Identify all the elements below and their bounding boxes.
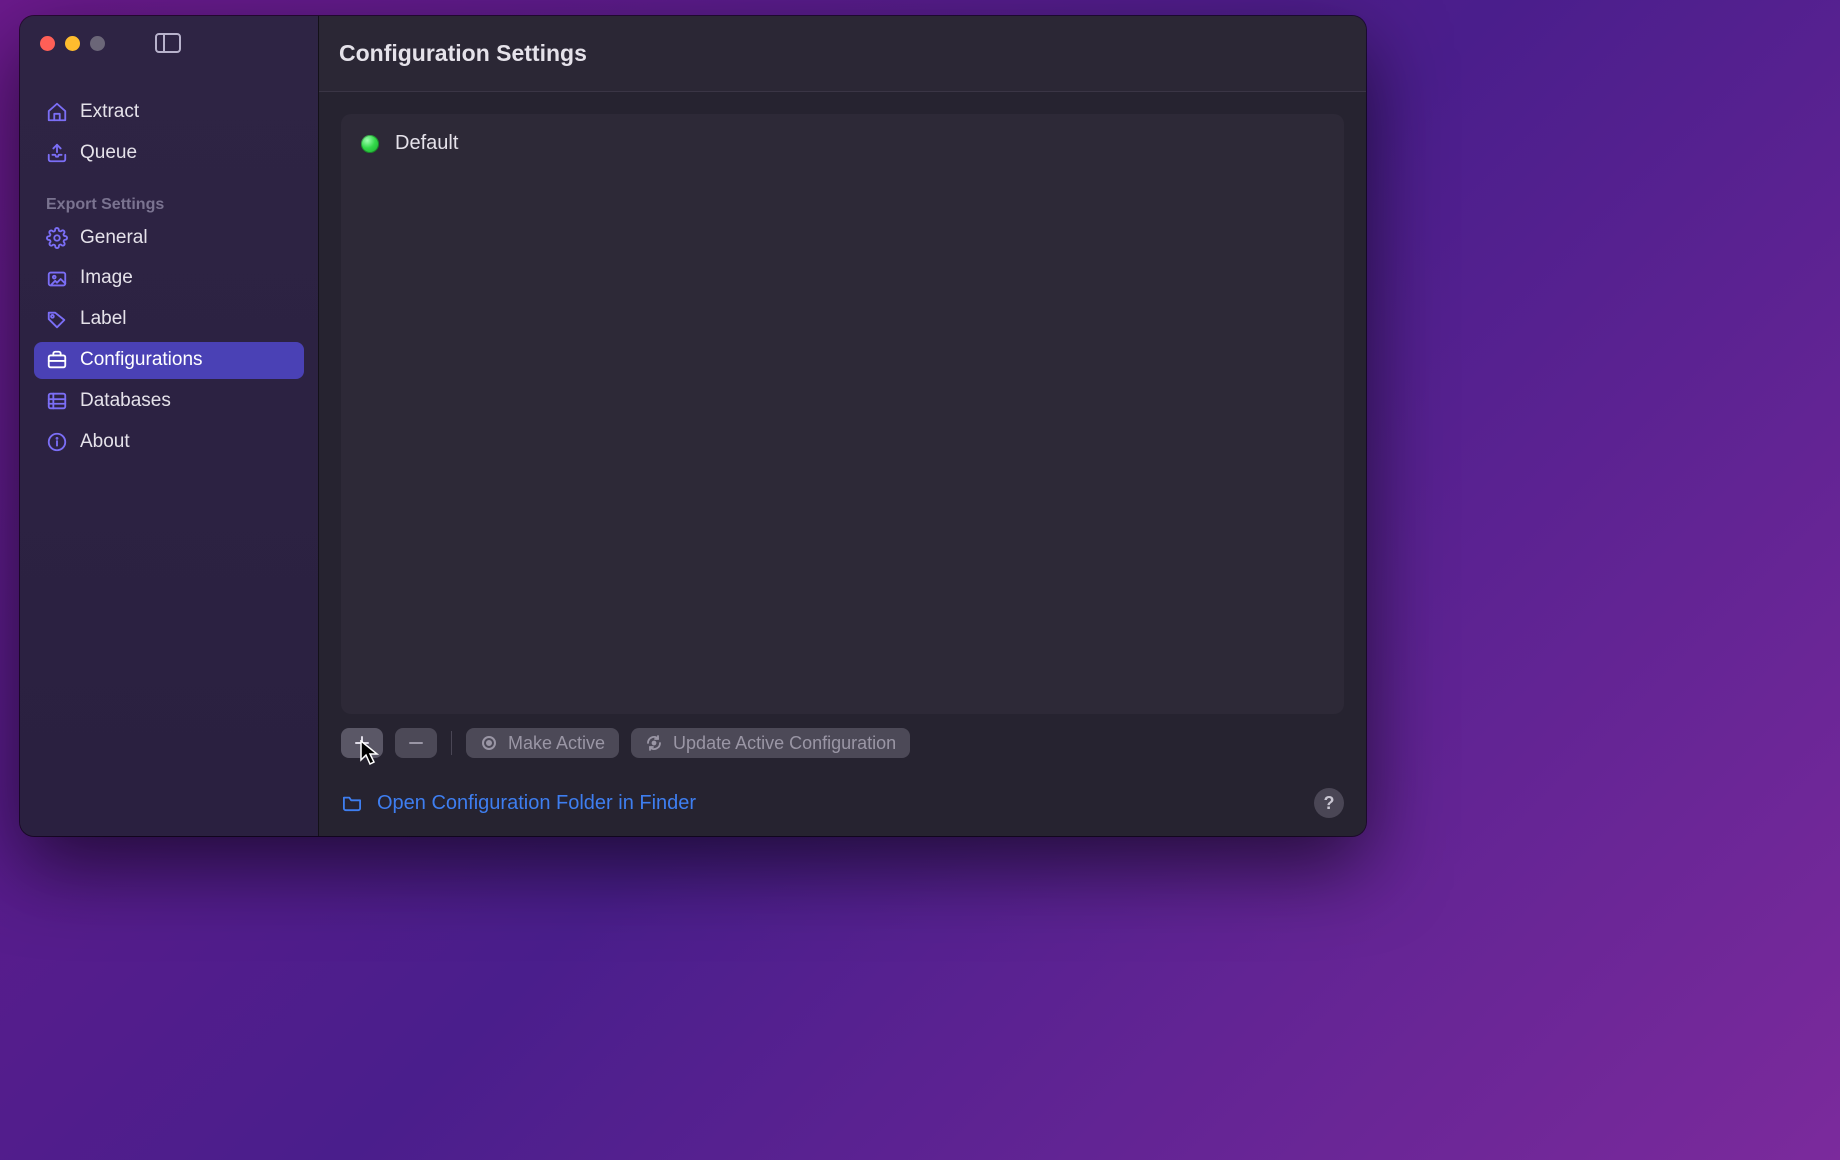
footer-row: Open Configuration Folder in Finder ? (341, 758, 1344, 818)
sidebar-item-general[interactable]: General (34, 220, 304, 257)
make-active-button[interactable]: Make Active (466, 728, 619, 758)
plus-icon (353, 734, 371, 752)
configuration-name: Default (395, 132, 458, 155)
sidebar: Extract Queue Export Settings (20, 16, 318, 836)
sidebar-item-configurations[interactable]: Configurations (34, 342, 304, 379)
gear-icon (46, 227, 68, 249)
sidebar-item-label: Queue (80, 142, 137, 165)
button-label: Update Active Configuration (673, 733, 896, 754)
sidebar-item-label: Databases (80, 390, 171, 413)
sidebar-nav: Extract Queue Export Settings (20, 70, 318, 464)
configuration-row[interactable]: Default (355, 124, 1330, 163)
sidebar-titlebar (20, 16, 318, 70)
target-icon (480, 734, 498, 752)
sidebar-item-label: Image (80, 267, 133, 290)
content-area: Default (319, 92, 1366, 836)
link-label: Open Configuration Folder in Finder (377, 792, 696, 815)
tag-icon (46, 309, 68, 331)
configuration-list[interactable]: Default (341, 114, 1344, 714)
main-panel: Configuration Settings Default (318, 16, 1366, 836)
remove-configuration-button[interactable] (395, 728, 437, 758)
button-label: Make Active (508, 733, 605, 754)
window-controls (40, 36, 105, 51)
toggle-sidebar-button[interactable] (155, 33, 181, 53)
refresh-target-icon (645, 734, 663, 752)
folder-icon (341, 794, 363, 812)
sidebar-item-label: About (80, 431, 130, 454)
add-configuration-button[interactable] (341, 728, 383, 758)
fullscreen-window-button[interactable] (90, 36, 105, 51)
sidebar-item-databases[interactable]: Databases (34, 383, 304, 420)
minus-icon (407, 734, 425, 752)
active-status-icon (361, 135, 379, 153)
minimize-window-button[interactable] (65, 36, 80, 51)
action-toolbar: Make Active Update Active Configuration (341, 714, 1344, 758)
main-titlebar: Configuration Settings (319, 16, 1366, 92)
briefcase-icon (46, 349, 68, 371)
tray-upload-icon (46, 142, 68, 164)
sidebar-item-queue[interactable]: Queue (34, 135, 304, 172)
sidebar-item-label: Extract (80, 101, 139, 124)
sidebar-item-extract[interactable]: Extract (34, 94, 304, 131)
update-active-configuration-button[interactable]: Update Active Configuration (631, 728, 910, 758)
sidebar-section-header: Export Settings (34, 176, 304, 220)
open-configuration-folder-link[interactable]: Open Configuration Folder in Finder (341, 792, 696, 815)
close-window-button[interactable] (40, 36, 55, 51)
app-window: Extract Queue Export Settings (20, 16, 1366, 836)
image-icon (46, 268, 68, 290)
help-button[interactable]: ? (1314, 788, 1344, 818)
sidebar-item-label[interactable]: Label (34, 301, 304, 338)
home-icon (46, 101, 68, 123)
sidebar-item-label: General (80, 227, 148, 250)
database-icon (46, 390, 68, 412)
info-icon (46, 431, 68, 453)
separator (451, 731, 452, 755)
sidebar-item-label-text: Label (80, 308, 127, 331)
page-title: Configuration Settings (339, 40, 587, 67)
sidebar-item-about[interactable]: About (34, 424, 304, 461)
sidebar-item-label: Configurations (80, 349, 203, 372)
sidebar-item-image[interactable]: Image (34, 260, 304, 297)
help-label: ? (1324, 793, 1335, 814)
